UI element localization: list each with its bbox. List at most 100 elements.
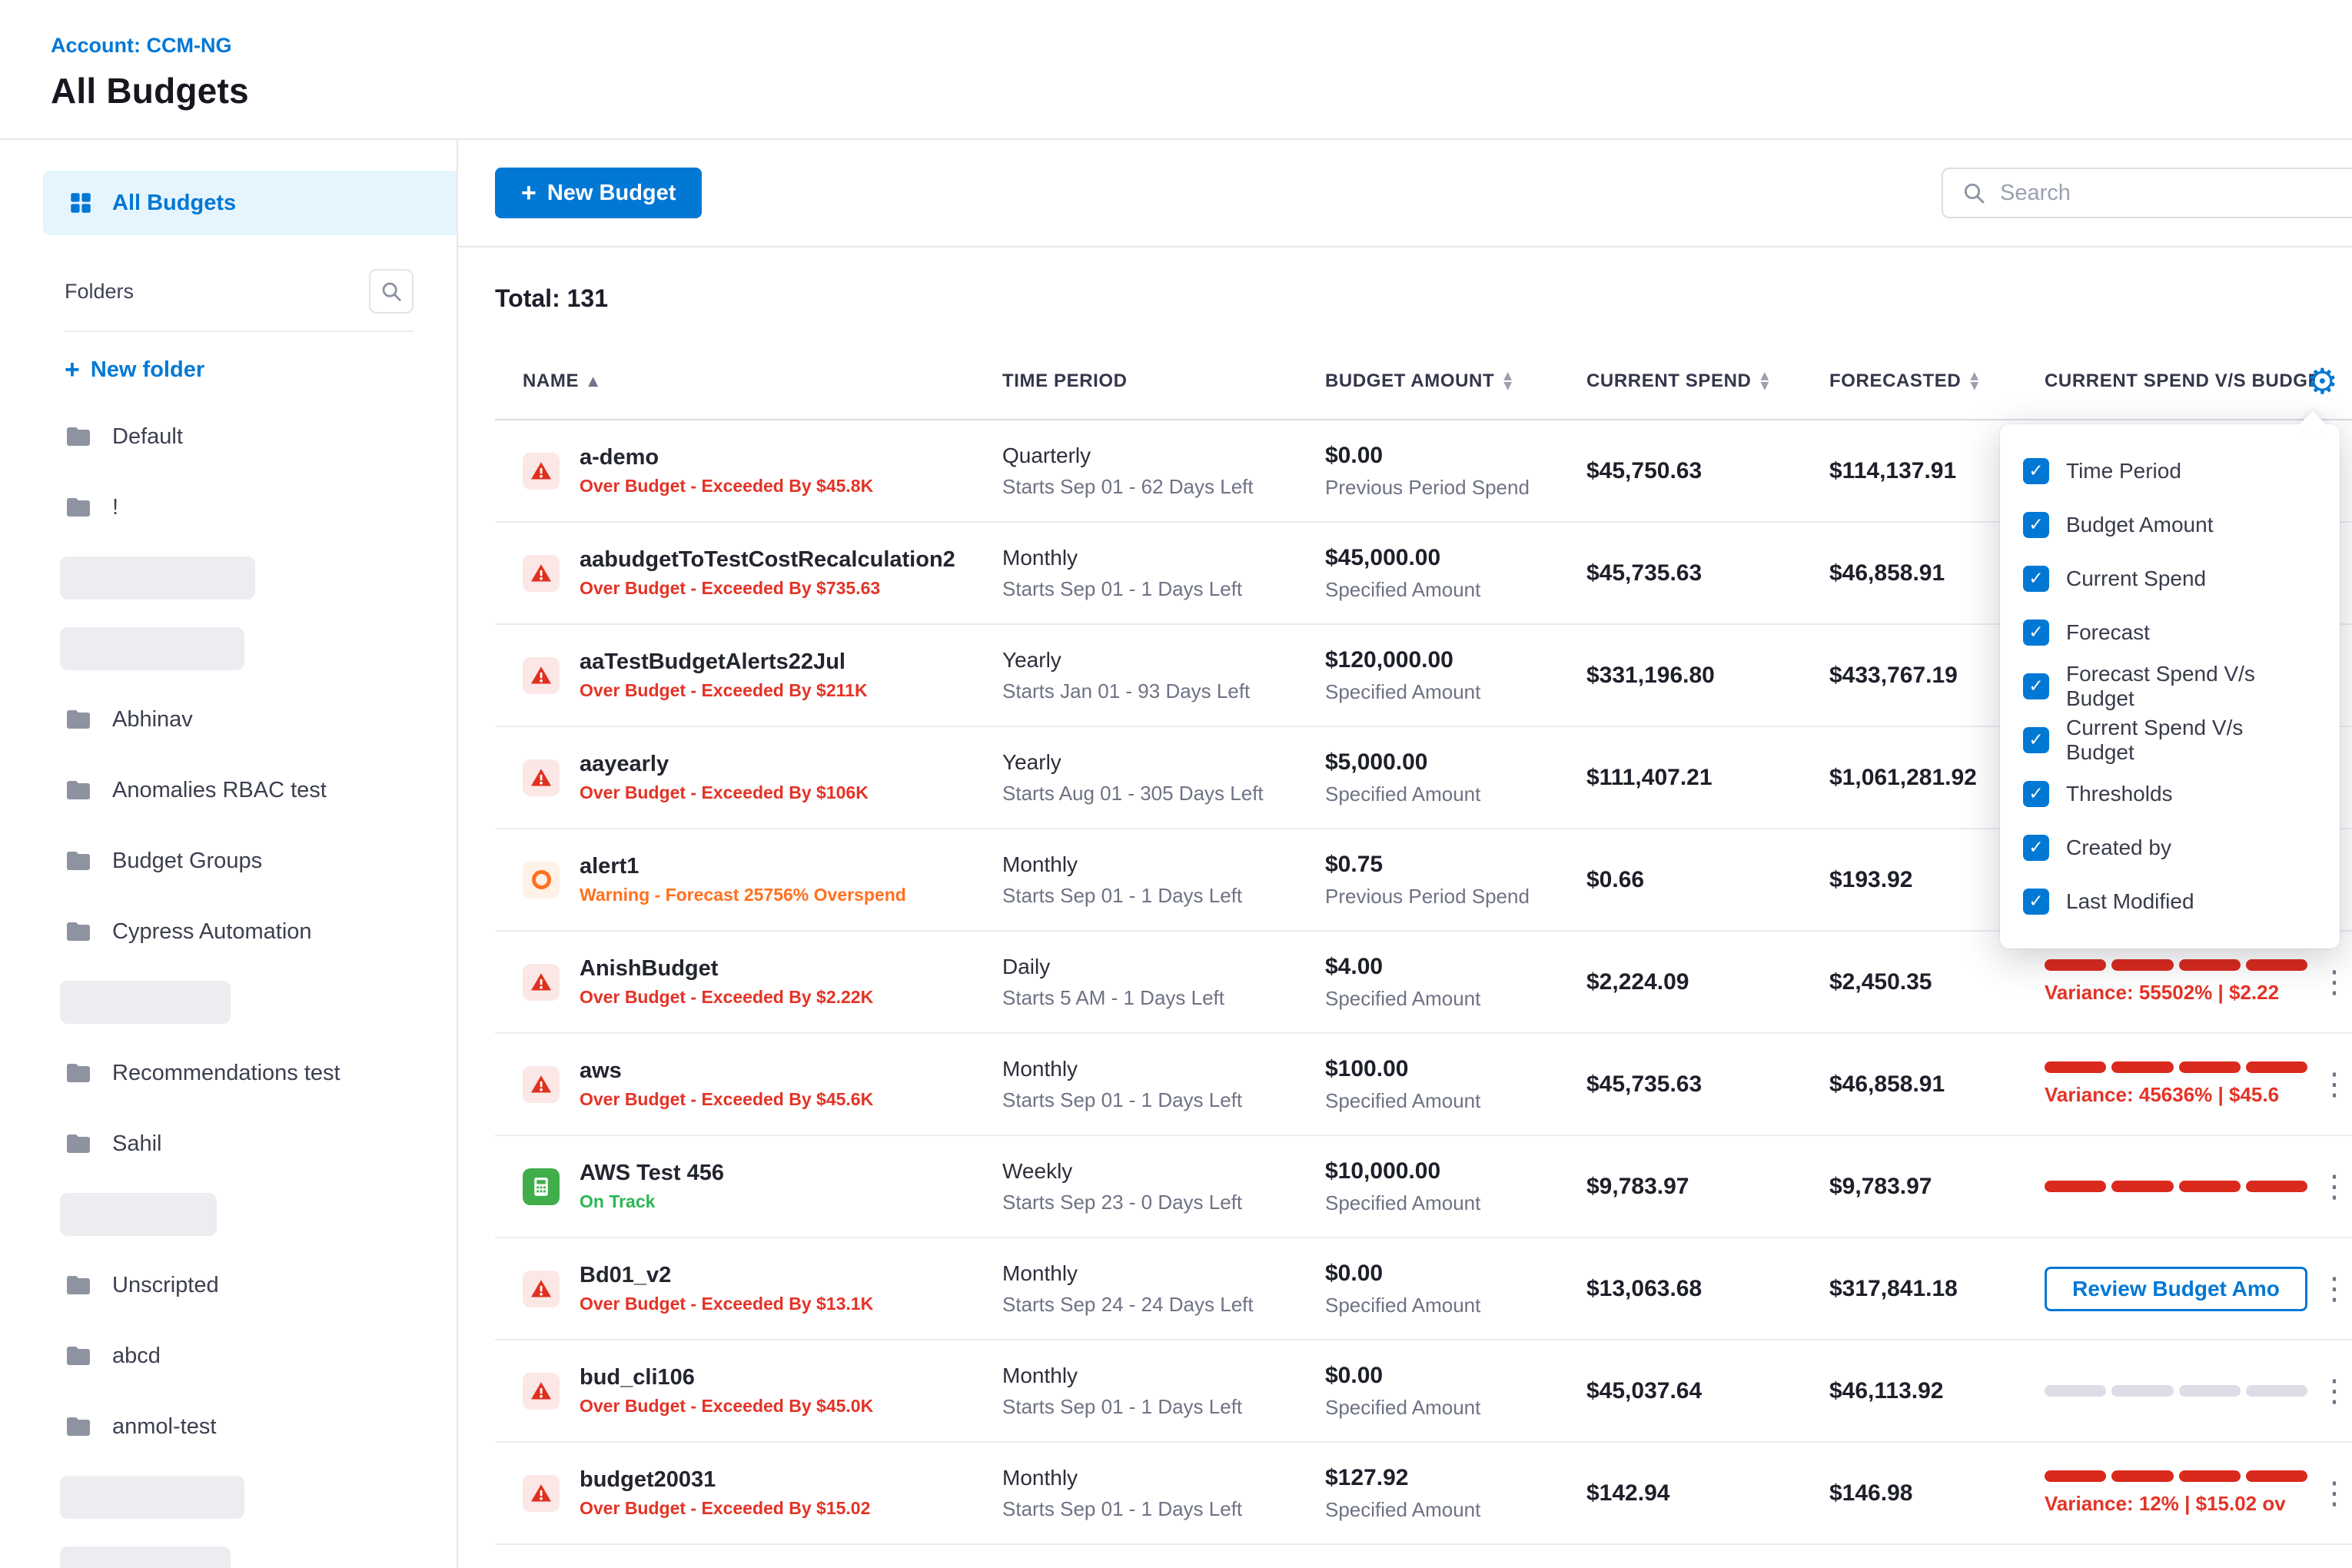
column-menu-item-created-by[interactable]: ✓Created by [2023,821,2317,875]
folder-item[interactable] [0,967,457,1038]
checkbox-checked-icon[interactable]: ✓ [2023,620,2049,646]
time-period-detail: Starts Sep 01 - 1 Days Left [1002,1088,1313,1112]
checkbox-checked-icon[interactable]: ✓ [2023,512,2049,538]
checkbox-checked-icon[interactable]: ✓ [2023,673,2049,699]
folder-item-sahil[interactable]: Sahil [0,1108,457,1179]
variance-label: Variance: 45636% | $45.6 [2045,1083,2307,1107]
sidebar-item-all-budgets[interactable]: All Budgets [43,171,457,235]
budget-status-text: Over Budget - Exceeded By $45.8K [580,476,873,497]
review-budget-button[interactable]: Review Budget Amo [2045,1267,2307,1311]
warning-triangle-icon [523,657,560,694]
checkbox-checked-icon[interactable]: ✓ [2023,727,2049,753]
table-row[interactable]: Bd01_v2 Over Budget - Exceeded By $13.1K… [495,1238,2352,1340]
folder-item[interactable] [0,613,457,684]
column-menu-item-forecast-spend-v-s-budget[interactable]: ✓Forecast Spend V/s Budget [2023,659,2317,713]
folder-search-button[interactable] [369,269,414,314]
column-header-budget-amount[interactable]: BUDGET AMOUNT▲▼ [1325,370,1586,392]
folder-item-default[interactable]: Default [0,401,457,472]
folder-label: ! [112,495,118,520]
warning-triangle-icon [523,1066,560,1103]
folder-label: Recommendations test [112,1061,341,1086]
spend-vs-budget-cell: Variance: 45636% | $45.6 [2045,1061,2315,1107]
folder-item-budget-groups[interactable]: Budget Groups [0,826,457,896]
row-menu-icon[interactable]: ⋮ [2311,1066,2352,1103]
account-breadcrumb-link[interactable]: Account: CCM-NG [51,34,231,58]
budget-name: alert1 [580,854,906,879]
folder-item-abhinav[interactable]: Abhinav [0,684,457,755]
new-budget-label: New Budget [547,181,676,206]
checkbox-checked-icon[interactable]: ✓ [2023,889,2049,915]
folder-item-anomalies-rbac-test[interactable]: Anomalies RBAC test [0,755,457,826]
column-menu-item-thresholds[interactable]: ✓ Thresholds [2023,767,2317,821]
forecasted-amount: $9,783.97 [1829,1174,2032,1200]
folder-label: Cypress Automation [112,919,312,945]
column-menu-item-forecast[interactable]: ✓Forecast [2023,606,2317,659]
budget-status-text: Over Budget - Exceeded By $15.02 [580,1498,870,1519]
column-header-forecasted[interactable]: FORECASTED▲▼ [1829,370,2045,392]
folder-icon [65,1059,92,1087]
checkbox-checked-icon[interactable]: ✓ [2023,835,2049,861]
warning-triangle-icon [523,1373,560,1410]
new-budget-button[interactable]: + New Budget [495,168,702,218]
folder-item[interactable] [0,1462,457,1533]
row-menu-icon[interactable]: ⋮ [2311,1168,2352,1205]
budget-amount: $0.00 [1325,443,1574,469]
column-menu-item-budget-amount[interactable]: ✓Budget Amount [2023,498,2317,552]
folder-item[interactable] [0,1533,457,1568]
table-row[interactable]: aws Over Budget - Exceeded By $45.6K Mon… [495,1034,2352,1136]
column-menu-label: Thresholds [2066,782,2173,806]
row-menu-icon[interactable]: ⋮ [2311,964,2352,1001]
folder-item-[interactable]: ! [0,472,457,543]
column-header-name[interactable]: NAME▲ [523,370,1002,392]
column-menu-item-time-period[interactable]: ✓ Time Period [2023,444,2317,498]
search-icon [380,280,403,303]
current-spend: $0.66 [1586,867,1817,893]
folder-item-abcd[interactable]: abcd [0,1321,457,1391]
row-menu-icon[interactable]: ⋮ [2311,1475,2352,1512]
current-spend: $13,063.68 [1586,1276,1817,1302]
sort-toggle-icon: ▲▼ [1760,371,1769,391]
budget-amount-type: Specified Amount [1325,680,1574,704]
column-menu-item-current-spend-v-s-budget[interactable]: ✓Current Spend V/s Budget [2023,713,2317,767]
row-menu-icon[interactable]: ⋮ [2311,1373,2352,1410]
folder-item-recommendations-test[interactable]: Recommendations test [0,1038,457,1108]
column-menu-label: Time Period [2066,459,2181,483]
new-folder-button[interactable]: + New folder [65,357,457,383]
time-period: Quarterly [1002,443,1313,468]
folder-item[interactable] [0,543,457,613]
folder-label: Budget Groups [112,849,262,874]
budget-name: aws [580,1058,873,1084]
plus-icon: + [65,357,80,383]
variance-label: Variance: 55502% | $2.22 [2045,981,2307,1005]
folder-icon [65,1271,92,1299]
column-header-current-spend[interactable]: CURRENT SPEND▲▼ [1586,370,1829,392]
folder-item-unscripted[interactable]: Unscripted [0,1250,457,1321]
folder-item-anmol-test[interactable]: anmol-test [0,1391,457,1462]
checkbox-checked-icon[interactable]: ✓ [2023,566,2049,592]
sort-ascending-icon: ▲ [588,374,599,389]
budget-name: a-demo [580,445,873,470]
budget-amount: $5,000.00 [1325,749,1574,776]
forecasted-amount: $317,841.18 [1829,1276,2032,1302]
spend-vs-budget-cell [2045,1385,2315,1397]
folder-item-cypress-automation[interactable]: Cypress Automation [0,896,457,967]
checkbox-checked-icon[interactable]: ✓ [2023,458,2049,484]
search-input[interactable] [2000,181,2352,206]
table-row[interactable]: bud_cli106 Over Budget - Exceeded By $45… [495,1340,2352,1443]
budget-amount-type: Previous Period Spend [1325,885,1574,909]
column-settings-popover: ✓Time Period✓Budget Amount✓Current Spend… [2000,424,2340,948]
time-period-detail: Starts Sep 23 - 0 Days Left [1002,1191,1313,1214]
table-row[interactable]: budget20031 Over Budget - Exceeded By $1… [495,1443,2352,1545]
column-menu-item-last-modified[interactable]: ✓Last Modified [2023,875,2317,929]
checkbox-checked-icon[interactable]: ✓ [2023,781,2049,807]
budget-name: budget20031 [580,1467,870,1493]
folder-label: Abhinav [112,707,193,733]
column-settings-gear-icon[interactable]: ⚙ [2307,364,2338,399]
redacted-folder-name [60,981,231,1024]
budget-amount-type: Specified Amount [1325,1089,1574,1113]
table-row[interactable]: AWS Test 456 On Track Weekly Starts Sep … [495,1136,2352,1238]
folder-item[interactable] [0,1179,457,1250]
row-menu-icon[interactable]: ⋮ [2311,1271,2352,1307]
current-spend: $111,407.21 [1586,765,1817,791]
column-menu-item-current-spend[interactable]: ✓Current Spend [2023,552,2317,606]
